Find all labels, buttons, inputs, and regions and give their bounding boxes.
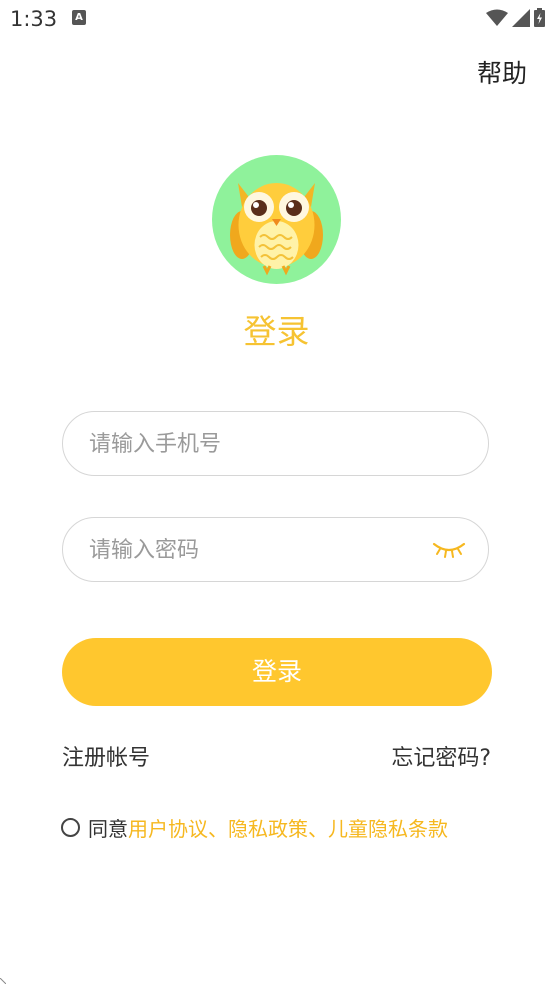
agreement-separator: 、 <box>208 817 228 841</box>
corner-mark <box>0 978 6 984</box>
user-agreement-link[interactable]: 用户协议 <box>128 813 208 842</box>
status-time: 1:33 <box>10 7 58 31</box>
agreement-prefix: 同意 <box>88 817 128 841</box>
forgot-password-link[interactable]: 忘记密码? <box>391 740 491 772</box>
signal-icon <box>512 8 530 27</box>
password-input[interactable] <box>87 518 411 582</box>
owl-mascot-icon <box>230 183 323 276</box>
agree-radio[interactable] <box>61 818 80 837</box>
agreement-row: 同意 用户协议 、 隐私政策 、 儿童隐私条款 <box>61 813 448 842</box>
page-title: 登录 <box>243 312 310 351</box>
help-link[interactable]: 帮助 <box>477 54 527 90</box>
register-link[interactable]: 注册帐号 <box>62 740 150 772</box>
eye-closed-icon[interactable] <box>432 538 466 560</box>
status-bar: 1:33 A <box>0 0 553 38</box>
privacy-policy-link[interactable]: 隐私政策 <box>228 813 308 842</box>
status-icons <box>486 8 545 27</box>
avatar <box>212 155 341 284</box>
battery-icon <box>534 8 545 27</box>
login-button[interactable]: 登录 <box>62 638 492 706</box>
agreement-separator: 、 <box>308 817 328 841</box>
children-privacy-link[interactable]: 儿童隐私条款 <box>328 813 448 842</box>
password-field-container <box>62 517 489 582</box>
wifi-icon <box>486 9 508 26</box>
phone-input[interactable] <box>87 412 411 476</box>
app-notification-icon: A <box>72 10 86 25</box>
phone-field-container <box>62 411 489 476</box>
